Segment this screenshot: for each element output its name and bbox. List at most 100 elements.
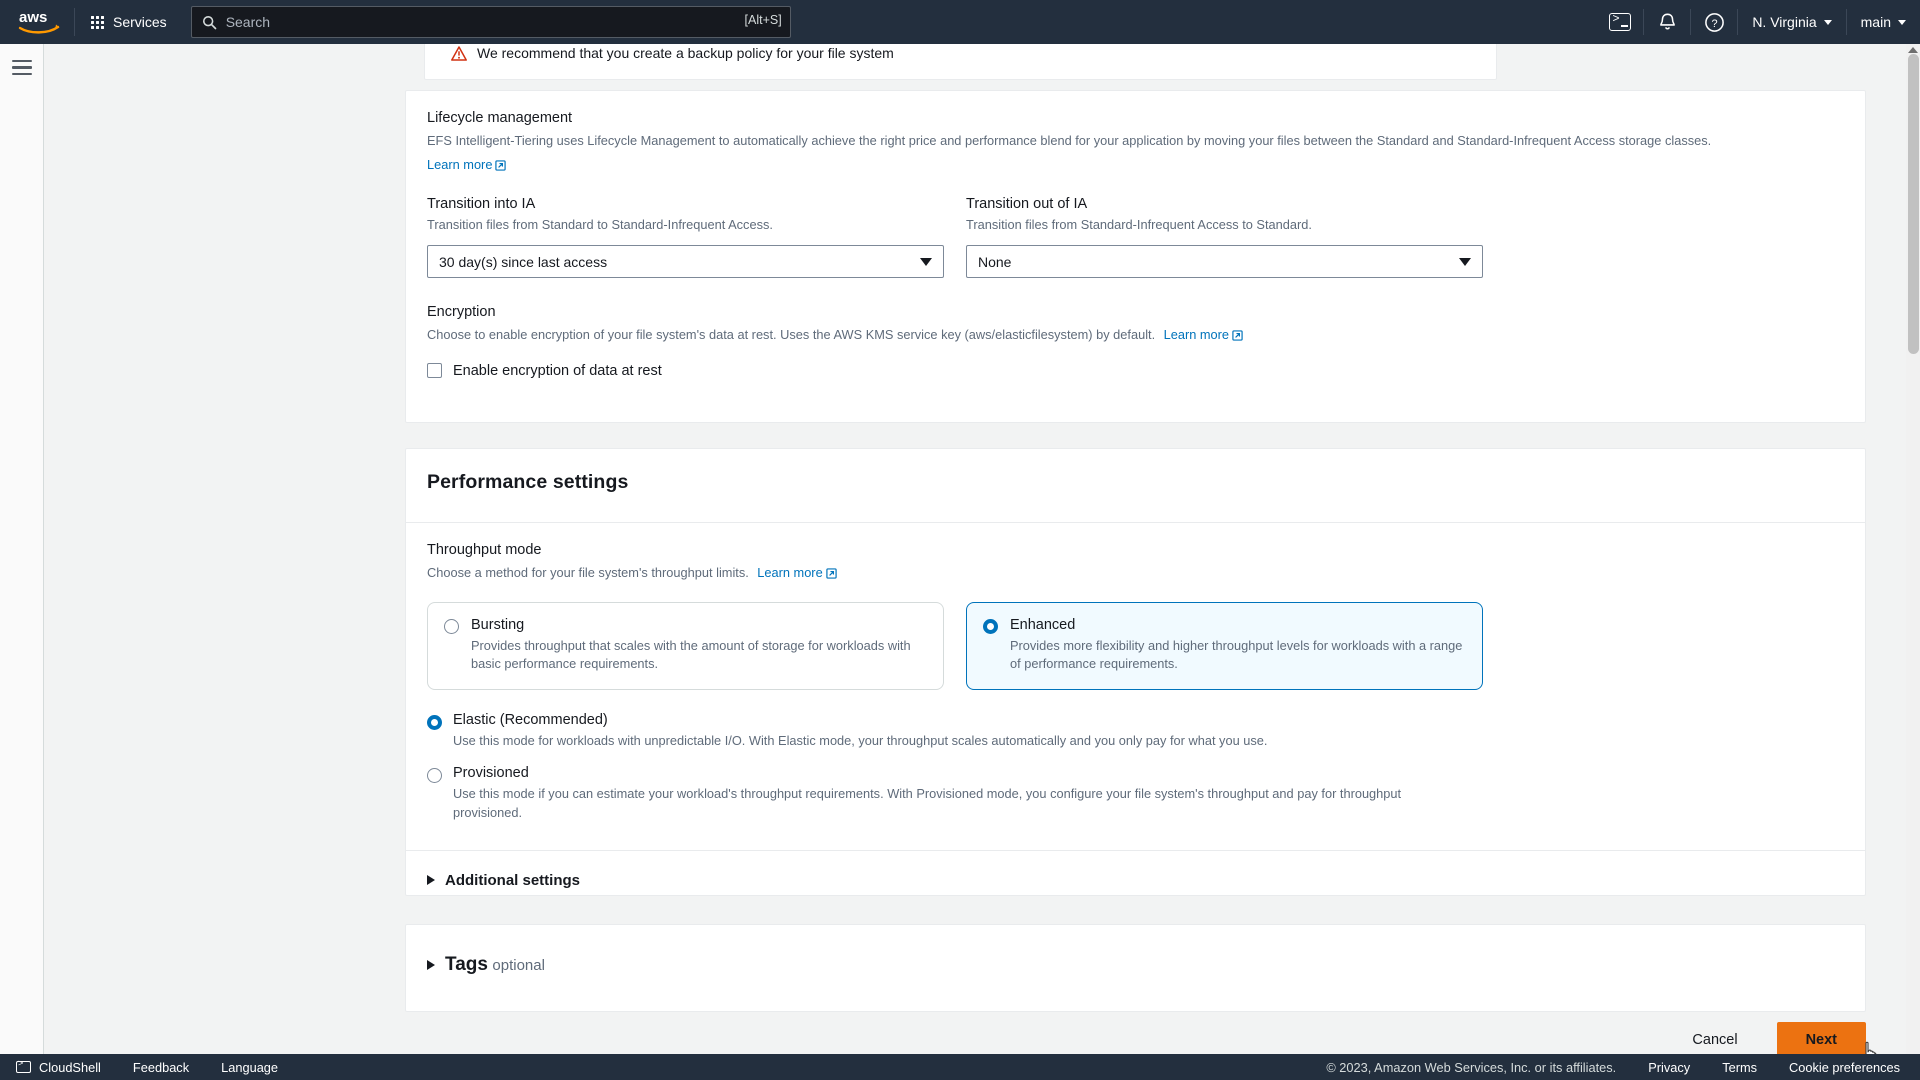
throughput-learn-more-link[interactable]: Learn more: [757, 565, 837, 582]
services-menu-button[interactable]: Services: [79, 7, 179, 37]
backup-recommendation-alert: We recommend that you create a backup po…: [424, 44, 1497, 80]
nav-divider: [74, 8, 75, 36]
region-label: N. Virginia: [1752, 14, 1817, 30]
throughput-card-bursting[interactable]: Bursting Provides throughput that scales…: [427, 601, 944, 691]
link-label: Learn more: [427, 156, 493, 172]
cancel-button[interactable]: Cancel: [1675, 1023, 1754, 1054]
lifecycle-title: Lifecycle management: [427, 110, 573, 126]
lifecycle-learn-more-link[interactable]: Learn more: [427, 156, 507, 174]
account-menu[interactable]: main: [1847, 0, 1920, 44]
transition-out-of-ia-field: Transition out of IA Transition files fr…: [966, 196, 1483, 279]
footer-cloudshell-button[interactable]: CloudShell: [0, 1054, 117, 1080]
enhanced-description: Provides more flexibility and higher thr…: [1010, 637, 1463, 672]
cloudshell-icon: [16, 1059, 31, 1073]
enable-encryption-label: Enable encryption of data at rest: [453, 362, 662, 379]
footer-feedback-link[interactable]: Feedback: [117, 1054, 205, 1080]
chevron-right-icon: [427, 960, 435, 970]
search-placeholder: Search: [225, 14, 271, 30]
scrollbar-thumb[interactable]: [1908, 54, 1919, 354]
footer-left: CloudShell Feedback Language: [0, 1054, 294, 1080]
footer-language-link[interactable]: Language: [205, 1054, 294, 1080]
alert-message: We recommend that you create a backup po…: [477, 45, 894, 61]
warning-triangle-icon: [451, 45, 467, 61]
chevron-right-icon: [427, 875, 435, 886]
svg-text:?: ?: [1711, 17, 1717, 29]
services-label: Services: [113, 14, 167, 30]
scroll-up-arrow-icon[interactable]: [1908, 47, 1918, 53]
sidebar-toggle-button[interactable]: [11, 60, 32, 76]
throughput-option-elastic[interactable]: Elastic (Recommended) Use this mode for …: [427, 690, 1865, 750]
throughput-mode-description-row: Choose a method for your file system's t…: [427, 558, 1865, 583]
provisioned-title: Provisioned: [453, 764, 529, 781]
next-button[interactable]: Next: [1776, 1022, 1866, 1054]
top-navigation-bar: aws Services Search [Alt+S] > ? N. Virgi…: [0, 0, 1920, 44]
encryption-description: Choose to enable encryption of your file…: [427, 327, 1156, 343]
encryption-learn-more-link[interactable]: Learn more: [1164, 327, 1243, 342]
external-link-icon: [826, 567, 837, 582]
search-input[interactable]: Search: [190, 6, 791, 38]
footer-terms-link[interactable]: Terms: [1706, 1054, 1773, 1080]
transition-out-of-ia-select[interactable]: None: [966, 245, 1483, 279]
lifecycle-encryption-section: Lifecycle management EFS Intelligent-Tie…: [405, 90, 1866, 423]
form-actions: Cancel Next: [405, 1022, 1866, 1054]
throughput-mode-description: Choose a method for your file system's t…: [427, 565, 749, 580]
help-circle-icon[interactable]: ?: [1691, 0, 1737, 44]
svg-text:aws: aws: [19, 9, 47, 26]
account-label: main: [1860, 14, 1891, 30]
link-label: Learn more: [757, 565, 823, 580]
page-scrollbar[interactable]: [1906, 44, 1920, 1054]
external-link-icon: [1232, 329, 1243, 344]
transition-into-ia-select[interactable]: 30 day(s) since last access: [427, 245, 944, 279]
elastic-radio[interactable]: [427, 715, 442, 731]
region-selector[interactable]: N. Virginia: [1738, 0, 1845, 44]
search-container: Search [Alt+S]: [190, 6, 791, 38]
elastic-description: Use this mode for workloads with unpredi…: [453, 733, 1268, 749]
bursting-description: Provides throughput that scales with the…: [471, 637, 911, 672]
select-value: 30 day(s) since last access: [439, 253, 608, 270]
performance-settings-title: Performance settings: [427, 471, 629, 493]
tags-title: Tags: [445, 954, 488, 975]
footer-right: © 2023, Amazon Web Services, Inc. or its…: [1310, 1054, 1920, 1080]
transition-into-ia-label: Transition into IA: [427, 195, 536, 212]
chevron-down-icon: [1823, 19, 1832, 25]
enhanced-title: Enhanced: [1010, 616, 1076, 633]
chevron-down-icon: [1459, 257, 1471, 266]
left-side-rail: [0, 44, 44, 1054]
transition-out-of-ia-description: Transition files from Standard-Infrequen…: [966, 216, 1312, 232]
encryption-title: Encryption: [427, 304, 496, 321]
page-footer: CloudShell Feedback Language © 2023, Ama…: [0, 1054, 1920, 1080]
transition-out-of-ia-label: Transition out of IA: [966, 195, 1088, 212]
aws-logo[interactable]: aws: [8, 9, 70, 35]
performance-settings-section: Performance settings Throughput mode Cho…: [405, 448, 1866, 896]
footer-cookie-preferences-link[interactable]: Cookie preferences: [1773, 1054, 1916, 1080]
enable-encryption-checkbox[interactable]: [427, 363, 442, 379]
throughput-option-provisioned[interactable]: Provisioned Use this mode if you can est…: [427, 751, 1865, 822]
bursting-title: Bursting: [471, 616, 525, 633]
grid-icon: [91, 15, 104, 29]
bursting-radio[interactable]: [444, 618, 459, 634]
nav-right-cluster: ? N. Virginia main: [1597, 0, 1920, 44]
encryption-description-row: Choose to enable encryption of your file…: [427, 320, 1865, 345]
search-icon: [202, 15, 217, 29]
enable-encryption-checkbox-row[interactable]: Enable encryption of data at rest: [427, 345, 1865, 379]
page-body: We recommend that you create a backup po…: [44, 44, 1920, 1054]
footer-privacy-link[interactable]: Privacy: [1632, 1054, 1706, 1080]
transition-into-ia-description: Transition files from Standard to Standa…: [427, 216, 773, 232]
provisioned-description: Use this mode if you can estimate your w…: [453, 785, 1402, 820]
cloudshell-label: CloudShell: [39, 1059, 101, 1075]
throughput-card-enhanced[interactable]: Enhanced Provides more flexibility and h…: [966, 601, 1483, 691]
chevron-down-icon: [1898, 19, 1906, 25]
cloudshell-icon[interactable]: [1597, 0, 1643, 44]
chevron-down-icon: [920, 257, 932, 266]
tags-optional-label: optional: [492, 957, 545, 974]
enhanced-radio[interactable]: [983, 618, 998, 634]
additional-settings-expander[interactable]: Additional settings: [427, 851, 1865, 889]
external-link-icon: [495, 159, 507, 174]
select-value: None: [978, 253, 1012, 270]
tags-expander[interactable]: Tags optional: [427, 925, 1865, 976]
throughput-mode-cards: Bursting Provides throughput that scales…: [427, 583, 1865, 691]
tags-section: Tags optional: [405, 924, 1866, 1012]
link-label: Learn more: [1163, 327, 1230, 343]
provisioned-radio[interactable]: [427, 767, 442, 783]
bell-icon[interactable]: [1644, 0, 1690, 44]
